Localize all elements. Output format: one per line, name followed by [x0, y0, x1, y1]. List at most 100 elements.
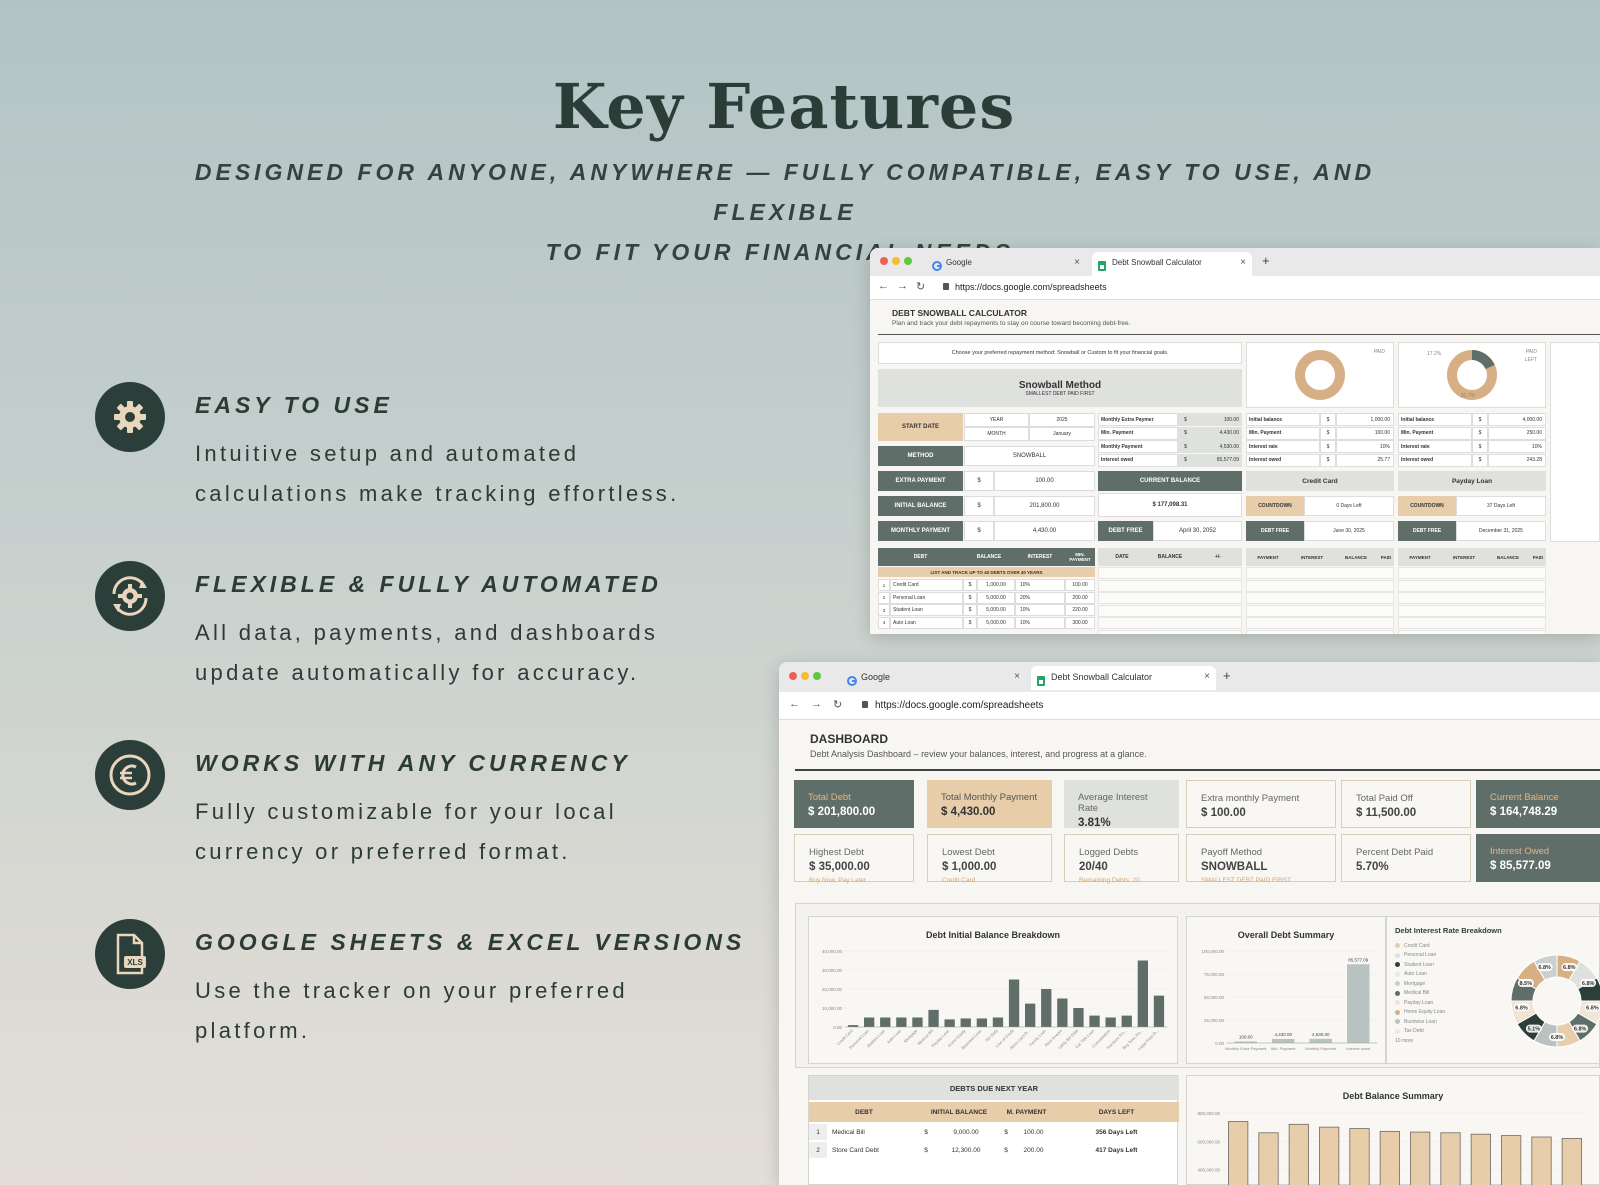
bar: [1137, 960, 1149, 1027]
tab-bar: Google × Debt Snowball Calculator × +: [779, 662, 1600, 692]
kpi-label: Total Paid Off: [1356, 793, 1413, 804]
card-name: Payday Loan: [1398, 471, 1546, 491]
tab-debt-snowball[interactable]: Debt Snowball Calculator ×: [1031, 666, 1216, 690]
window-controls[interactable]: [789, 672, 825, 682]
new-tab-icon[interactable]: +: [1223, 668, 1231, 683]
kpi-label: Lowest Debt: [942, 847, 995, 858]
kpi-subtext: Credit Card: [942, 877, 976, 884]
card-row-value: 4,000.00: [1488, 413, 1546, 426]
countdown-label: COUNTDOWN: [1398, 496, 1456, 516]
debt-name: Credit Card: [890, 579, 963, 591]
payment-header: PAID: [1378, 548, 1394, 566]
bar: [1288, 1123, 1309, 1185]
debt-name: Personal Loan: [890, 591, 963, 604]
bar: [1440, 1132, 1461, 1185]
year-value[interactable]: 2025: [1029, 413, 1095, 427]
back-icon[interactable]: ←: [789, 698, 800, 710]
payment-row: [1246, 567, 1394, 579]
payment-row: [1398, 579, 1546, 592]
kpi-label: Interest Owed: [1490, 846, 1550, 857]
currency-symbol: $: [964, 521, 994, 541]
kpi-card: Logged Debts 20/40 Remaining Debts: 20: [1064, 834, 1179, 884]
kpi-label: Payoff Method: [1201, 847, 1263, 858]
donut-card-2: 17.2% 82.7% PAID LEFT: [1398, 342, 1546, 408]
kpi-subtext: SMALLEST DEBT PAID FIRST: [1201, 877, 1291, 884]
currency-symbol: $: [963, 591, 977, 604]
card-name: Credit Card: [1246, 471, 1394, 491]
kpi-card: Total Paid Off $ 11,500.00: [1341, 780, 1471, 828]
close-icon[interactable]: ×: [1074, 252, 1080, 274]
card-row-label: Min. Payment: [1398, 426, 1472, 440]
tab-debt-snowball[interactable]: Debt Snowball Calculator ×: [1092, 252, 1252, 276]
address-bar[interactable]: ← → ↻ https://docs.google.com/spreadshee…: [870, 276, 1600, 300]
lock-icon: [943, 283, 949, 290]
bar: [1531, 1136, 1552, 1185]
close-icon[interactable]: ×: [1204, 666, 1210, 688]
data-label: 100.00: [1239, 1035, 1253, 1040]
desc-line: calculations make tracking effortless.: [195, 481, 680, 506]
data-label: 4,430.00: [1274, 1032, 1292, 1037]
initial-balance-label: INITIAL BALANCE: [878, 496, 963, 516]
legend-paid: PAID: [1373, 349, 1385, 355]
url-text[interactable]: https://docs.google.com/spreadsheets: [875, 700, 1043, 711]
forward-icon[interactable]: →: [811, 698, 822, 710]
kpi-card: Current Balance $ 164,748.29: [1476, 780, 1600, 828]
bar: [1008, 979, 1020, 1027]
debt-balance: 5,000.00: [977, 604, 1015, 616]
tick-label: 50,000.00: [1204, 995, 1225, 1000]
kpi-subtext: Remaining Debts: 20: [1079, 877, 1140, 884]
google-icon: [932, 258, 942, 271]
bar: [1410, 1131, 1431, 1185]
kpi-card: Extra monthly Payment $ 100.00: [1186, 780, 1336, 828]
tab-google[interactable]: Google ×: [841, 666, 1026, 690]
address-bar[interactable]: ← → ↻ https://docs.google.com/spreadshee…: [779, 692, 1600, 720]
payment-row: [1398, 617, 1546, 629]
window-controls[interactable]: [880, 257, 916, 267]
debt-name: Auto Loan: [890, 616, 963, 629]
summary-label: Monthly Payment: [1098, 440, 1178, 453]
tick-label: 400,000.00: [1197, 1168, 1220, 1173]
close-icon[interactable]: ×: [1014, 666, 1020, 688]
due-header: M. PAYMENT: [999, 1102, 1054, 1122]
method-select[interactable]: SNOWBALL: [964, 446, 1095, 466]
month-value[interactable]: January: [1029, 427, 1095, 441]
bar: [928, 1009, 939, 1027]
extra-payment-value[interactable]: 100.00: [994, 471, 1095, 491]
feature-title: WORKS WITH ANY CURRENCY: [195, 750, 631, 776]
bar: [1089, 1015, 1100, 1027]
debt-min-payment: 220.00: [1065, 604, 1095, 616]
legend-paid: PAID: [1525, 349, 1537, 355]
kpi-value: $ 4,430.00: [941, 806, 996, 818]
debt-free-value: June 30, 2025: [1304, 521, 1394, 541]
xls-file-icon: XLS: [95, 919, 165, 989]
currency-symbol: $: [1178, 413, 1193, 426]
close-icon[interactable]: ×: [1240, 252, 1246, 274]
tick-label: 0.00: [1215, 1041, 1224, 1046]
forward-icon[interactable]: →: [897, 280, 908, 292]
url-text[interactable]: https://docs.google.com/spreadsheets: [955, 282, 1107, 292]
bar: [863, 1017, 875, 1027]
summary-value: 100.00: [1193, 413, 1242, 426]
calculator-window: Google × Debt Snowball Calculator × + ← …: [870, 248, 1600, 634]
countdown-label: COUNTDOWN: [1246, 496, 1304, 516]
card-row-label: Interest rate: [1398, 440, 1472, 453]
tab-google[interactable]: Google ×: [926, 252, 1086, 276]
debts-due-panel: DEBTS DUE NEXT YEAR DEBT INITIAL BALANCE M…: [808, 1075, 1179, 1185]
card-row-value: 10%: [1336, 440, 1394, 453]
reload-icon[interactable]: ↻: [916, 280, 925, 293]
card-row-value: 250.00: [1488, 426, 1546, 440]
debt-balance-summary-chart: 800,000.00600,000.00400,000.00200,000.00: [1197, 1111, 1587, 1185]
schedule-header: +/-: [1194, 548, 1242, 566]
overall-debt-summary-chart: 100,000.00 75,000.00 50,000.00 25,000.00 0.0…: [1201, 949, 1377, 1051]
lock-icon: [862, 701, 868, 708]
new-tab-icon[interactable]: +: [1262, 253, 1270, 268]
kpi-value: $ 85,577.09: [1490, 860, 1551, 872]
slice-label: 6.8%: [1515, 1005, 1528, 1011]
back-icon[interactable]: ←: [878, 280, 889, 292]
reload-icon[interactable]: ↻: [833, 698, 842, 711]
summary-label: Monthly Extra Paymer: [1098, 413, 1178, 426]
bar: [1349, 1128, 1370, 1185]
schedule-row: [1098, 629, 1242, 634]
row-number: 2: [809, 1142, 827, 1158]
bar: [1319, 1126, 1340, 1185]
